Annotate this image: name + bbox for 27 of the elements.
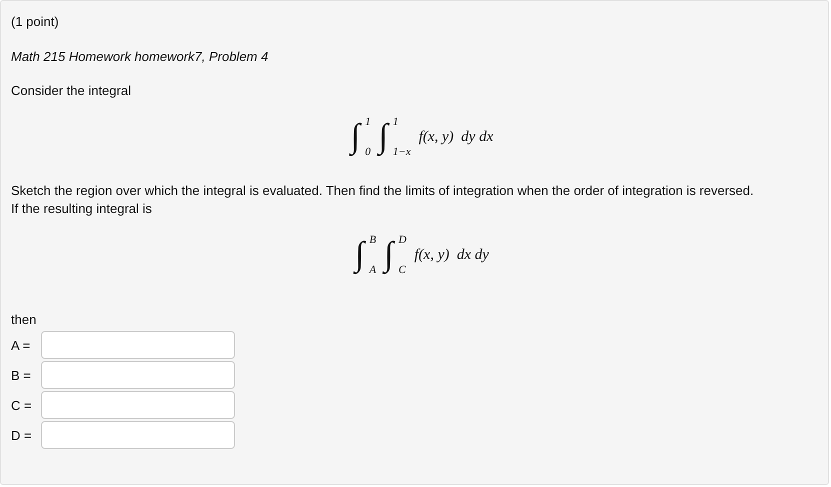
- question-text: Sketch the region over which the integral is evaluated. Then find the limits of integration when the order of integration is reversed. If the resulting integral is: [11, 182, 755, 218]
- intro-text: Consider the integral: [11, 82, 132, 100]
- points-text: (1 point): [11, 13, 60, 31]
- answer-field[interactable]: [41, 391, 235, 419]
- upper-limit: 1: [365, 116, 371, 128]
- integral-sign: ∫: [350, 117, 360, 158]
- answer-label: A =: [11, 338, 32, 352]
- integrand: f(x, y) dy dx: [418, 128, 494, 146]
- answer-label: D =: [11, 428, 33, 442]
- upper-limit: B: [369, 234, 376, 246]
- answer-label: B =: [11, 368, 32, 382]
- answer-label: C =: [11, 398, 33, 412]
- upper-limit: 1: [392, 116, 400, 128]
- integrand: f(x, y) dx dy: [414, 246, 489, 264]
- lower-limit: A: [369, 264, 376, 276]
- problem-title: Math 215 Homework homework7, Problem 4: [11, 48, 270, 66]
- answer-field[interactable]: [41, 331, 235, 359]
- then-text: then: [11, 311, 38, 329]
- lower-limit: 1−x: [392, 146, 411, 158]
- lower-limit: C: [398, 264, 406, 276]
- answer-field[interactable]: [41, 421, 235, 449]
- integral-sign: ∫: [384, 235, 394, 276]
- integral-sign: ∫: [355, 235, 364, 276]
- integral-sign: ∫: [378, 117, 388, 158]
- upper-limit: D: [398, 234, 406, 246]
- lower-limit: 0: [365, 146, 371, 158]
- answer-field[interactable]: [41, 361, 235, 389]
